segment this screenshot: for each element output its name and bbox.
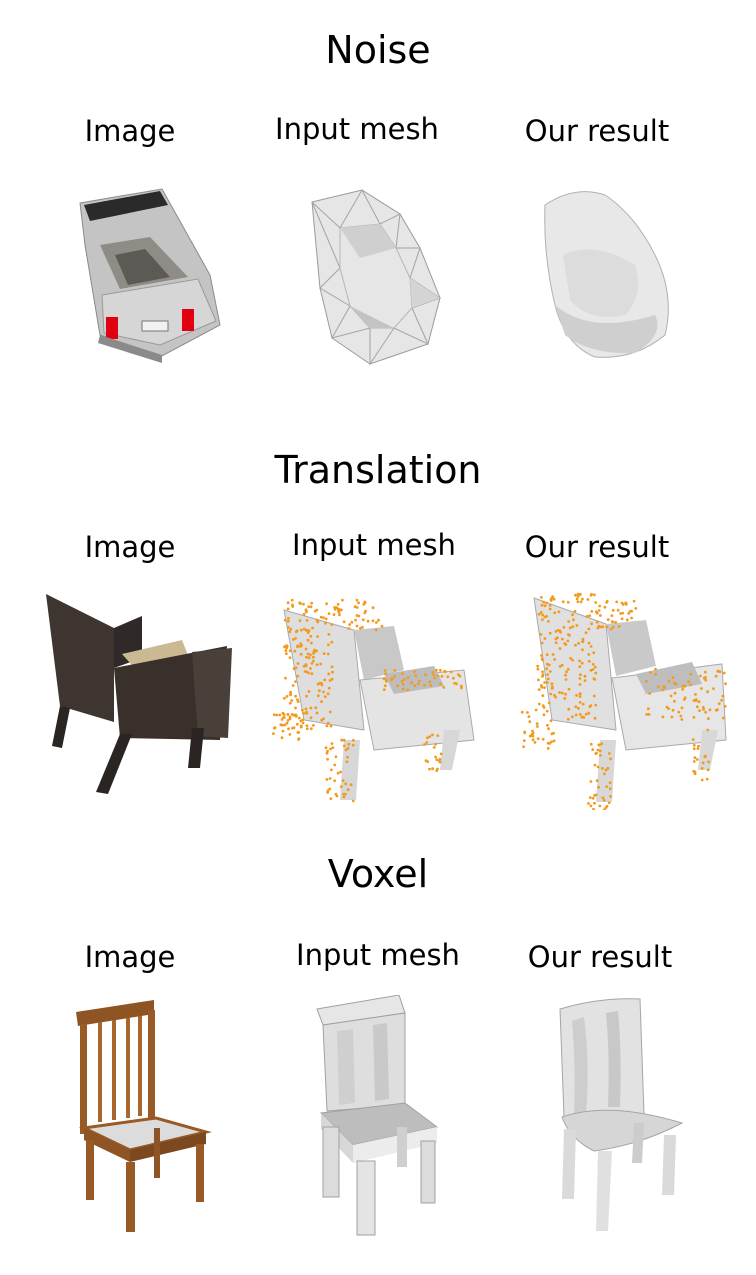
label-input-mesh-translation: Input mesh <box>292 528 456 562</box>
label-input-mesh-noise: Input mesh <box>275 112 439 146</box>
car-image <box>70 185 230 365</box>
label-input-mesh-voxel: Input mesh <box>296 938 460 972</box>
label-our-result-noise: Our result <box>524 114 670 148</box>
wooden-chair-image <box>70 1000 215 1240</box>
armchair-result-mesh <box>516 590 736 810</box>
section-title-noise: Noise <box>325 28 431 72</box>
label-image-noise: Image <box>84 114 176 148</box>
label-image-translation: Image <box>84 530 176 564</box>
section-title-voxel: Voxel <box>327 852 429 896</box>
car-result-mesh <box>535 185 685 365</box>
chair-voxel-mesh <box>313 995 443 1240</box>
armchair-input-mesh <box>264 590 484 810</box>
chair-result-mesh <box>550 995 690 1240</box>
car-noisy-mesh <box>300 188 450 368</box>
section-title-translation: Translation <box>274 448 482 492</box>
label-our-result-voxel: Our result <box>527 940 673 974</box>
armchair-image <box>42 588 237 798</box>
label-image-voxel: Image <box>84 940 176 974</box>
label-our-result-translation: Our result <box>524 530 670 564</box>
